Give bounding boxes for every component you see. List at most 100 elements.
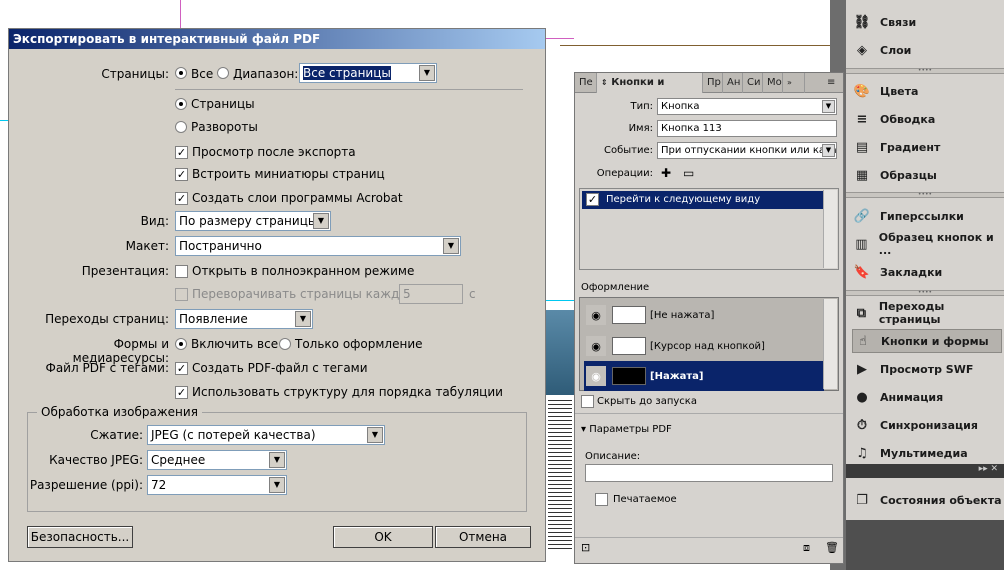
panel-item-page-transitions[interactable]: ⧉ Переходы страницы: [852, 300, 1002, 326]
panel-item-media[interactable]: ♫ Мультимедиа: [852, 441, 1002, 465]
cancel-button[interactable]: Отмена: [435, 526, 531, 548]
view-after-checkbox[interactable]: ✓: [175, 146, 188, 159]
eye-icon[interactable]: ◉: [586, 336, 606, 356]
flip-pages-checkbox[interactable]: [175, 288, 188, 301]
links-icon: ⛓: [853, 14, 871, 30]
pages-radio[interactable]: [175, 98, 187, 110]
spreads-option-label: Развороты: [191, 120, 258, 134]
panel-item-sample-buttons[interactable]: ▥ Образец кнопок и ...: [852, 231, 1002, 257]
preview-icon[interactable]: ⊡: [581, 541, 590, 554]
panel-item-animation[interactable]: ● Анимация: [852, 385, 1002, 409]
eye-icon[interactable]: ◉: [586, 305, 606, 325]
resolution-select[interactable]: 72 ▼: [147, 475, 287, 495]
clock-icon: ⏱: [856, 417, 868, 433]
flip-seconds-input[interactable]: 5: [399, 284, 463, 304]
guide-line: [546, 300, 574, 301]
play-icon: ▶: [857, 361, 867, 377]
flip-unit: с: [469, 287, 476, 301]
tagged-label: Файл PDF с тегами:: [45, 361, 170, 375]
panel-item-stroke[interactable]: ≡ Обводка: [852, 107, 1002, 131]
state-pressed[interactable]: ◉ [Нажата]: [584, 361, 824, 391]
dialog-title: Экспортировать в интерактивный файл PDF: [9, 29, 545, 49]
embed-thumbs-checkbox[interactable]: ✓: [175, 168, 188, 181]
remove-action-icon[interactable]: ▭: [683, 166, 694, 180]
panel-item-object-states[interactable]: ❐ Состояния объекта: [852, 488, 1002, 512]
transitions-label: Переходы страниц:: [45, 312, 169, 326]
panel-item-buttons-forms[interactable]: ☝ Кнопки и формы: [852, 329, 1002, 353]
acrobat-layers-checkbox[interactable]: ✓: [175, 192, 188, 205]
appearance-scrollbar[interactable]: [823, 299, 837, 389]
tagged-checkbox[interactable]: ✓: [175, 362, 188, 375]
jpeg-quality-select[interactable]: Среднее ▼: [147, 450, 287, 470]
list-scrollbar[interactable]: [823, 190, 837, 268]
chevron-down-icon: ▼: [313, 213, 329, 229]
more-tabs-icon[interactable]: »: [783, 73, 805, 93]
description-input[interactable]: [585, 464, 833, 482]
security-button[interactable]: Безопасность...: [27, 526, 133, 548]
transitions-select[interactable]: Появление ▼: [175, 309, 313, 329]
description-label: Описание:: [585, 451, 641, 462]
hide-until-checkbox[interactable]: [581, 395, 594, 408]
tab-timing[interactable]: Си: [743, 73, 763, 93]
document-text: [548, 400, 572, 550]
guide-line: [0, 120, 8, 121]
palette-icon: 🎨: [853, 83, 871, 99]
add-action-icon[interactable]: ✚: [661, 166, 671, 180]
state-not-pressed[interactable]: ◉ [Не нажата]: [584, 300, 824, 330]
appearance-only-radio[interactable]: [279, 338, 291, 350]
name-input[interactable]: Кнопка 113: [657, 120, 837, 137]
spreads-radio[interactable]: [175, 121, 187, 133]
media-icon: ♫: [856, 445, 868, 461]
cursor-hand-icon: ☝: [859, 333, 867, 349]
chevron-down-icon: ▼: [269, 477, 285, 493]
object-states-icon: ❐: [856, 492, 868, 508]
panel-item-timing[interactable]: ⏱ Синхронизация: [852, 413, 1002, 437]
tab-preview[interactable]: Пр: [703, 73, 723, 93]
pages-all-radio[interactable]: [175, 67, 187, 79]
chevron-down-icon: ▼: [822, 100, 835, 113]
divider: [175, 89, 523, 90]
panel-item-swatches[interactable]: ▦ Образцы: [852, 163, 1002, 187]
collapse-bar[interactable]: ▸▸ ✕: [846, 464, 1004, 478]
convert-button-icon[interactable]: ⧈: [803, 541, 810, 555]
appearance-only-label: Только оформление: [295, 337, 423, 351]
view-select[interactable]: По размеру страницы ▼: [175, 211, 331, 231]
trash-icon[interactable]: 🗑: [825, 541, 839, 554]
divider: [575, 413, 843, 414]
eye-icon[interactable]: ◉: [586, 366, 606, 386]
divider: [575, 537, 843, 538]
ok-button[interactable]: OK: [333, 526, 433, 548]
gradient-icon: ▤: [855, 139, 869, 155]
printable-checkbox[interactable]: [595, 493, 608, 506]
fullscreen-checkbox[interactable]: [175, 265, 188, 278]
pdf-options-header[interactable]: ▾ Параметры PDF: [581, 424, 672, 435]
chevron-down-icon: ▼: [822, 144, 835, 157]
pages-range-radio[interactable]: [217, 67, 229, 79]
reorder-icon: ⇕: [601, 78, 608, 87]
state-hover[interactable]: ◉ [Курсор над кнопкой]: [584, 331, 824, 361]
appearance-label: Оформление: [581, 282, 650, 293]
image-group-title: Обработка изображения: [37, 405, 202, 419]
chevron-down-icon: ▾: [581, 424, 587, 435]
tab-buttons-forms[interactable]: ⇕ Кнопки и формы: [597, 73, 703, 93]
panel-item-gradient[interactable]: ▤ Градиент: [852, 135, 1002, 159]
panel-item-colors[interactable]: 🎨 Цвета: [852, 79, 1002, 103]
panel-item-bookmarks[interactable]: 🔖 Закладки: [852, 260, 1002, 284]
layout-select[interactable]: Постранично ▼: [175, 236, 461, 256]
tab-pages[interactable]: Пе: [575, 73, 597, 93]
tab-animation[interactable]: Ан: [723, 73, 743, 93]
compression-select[interactable]: JPEG (с потерей качества) ▼: [147, 425, 385, 445]
action-enabled-checkbox[interactable]: ✓: [586, 193, 599, 206]
panel-item-hyperlinks[interactable]: 🔗 Гиперссылки: [852, 204, 1002, 228]
tab-order-checkbox[interactable]: ✓: [175, 386, 188, 399]
panel-item-layers[interactable]: ◈ Слои: [852, 38, 1002, 62]
type-select[interactable]: Кнопка ▼: [657, 98, 837, 115]
panel-item-links[interactable]: ⛓ Связи: [852, 10, 1002, 34]
event-select[interactable]: При отпускании кнопки или касании ▼: [657, 142, 837, 159]
include-all-radio[interactable]: [175, 338, 187, 350]
panel-menu-icon[interactable]: ≡: [823, 73, 843, 93]
tab-media[interactable]: Мо: [763, 73, 783, 93]
list-item[interactable]: ✓ Перейти к следующему виду: [582, 191, 826, 209]
panel-item-swf-preview[interactable]: ▶ Просмотр SWF: [852, 357, 1002, 381]
range-input[interactable]: Все страницы ▼: [299, 63, 437, 83]
